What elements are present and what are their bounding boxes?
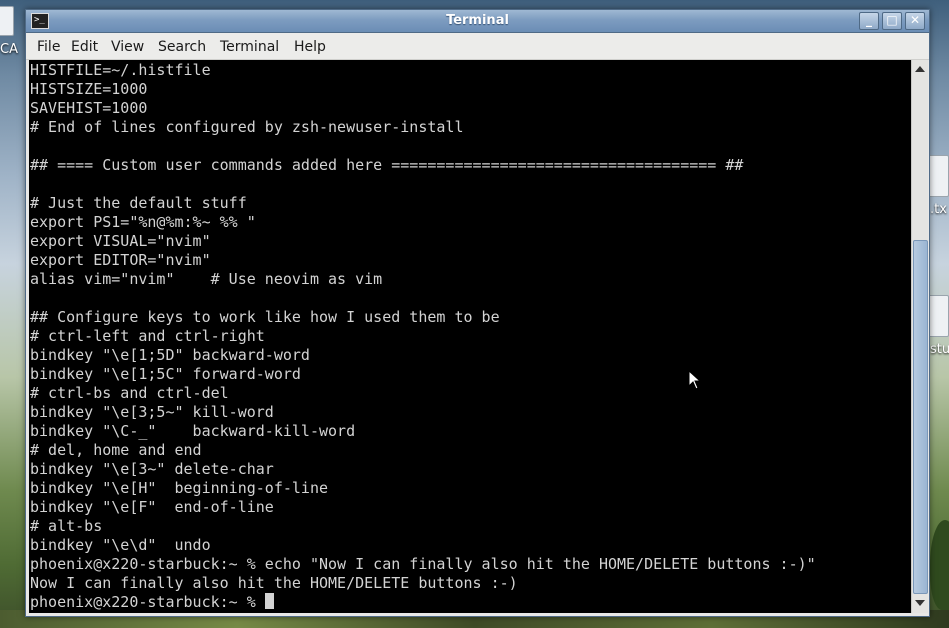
terminal-line: SAVEHIST=1000 — [30, 99, 148, 117]
terminal-output[interactable]: HISTFILE=~/.histfile HISTSIZE=1000 SAVEH… — [29, 60, 911, 613]
terminal-line: alias vim="nvim" # Use neovim as vim — [30, 270, 383, 288]
vertical-scrollbar[interactable] — [911, 60, 928, 613]
terminal-line: # alt-bs — [30, 517, 103, 535]
terminal-line: bindkey "\C-_" backward-kill-word — [30, 422, 356, 440]
menu-file[interactable]: File — [37, 39, 60, 55]
scroll-up-arrow-icon[interactable] — [915, 66, 925, 72]
menu-edit[interactable]: Edit — [71, 39, 98, 55]
terminal-line: HISTSIZE=1000 — [30, 80, 148, 98]
terminal-line: phoenix@x220-starbuck:~ % echo "Now I ca… — [30, 555, 816, 573]
terminal-line: export EDITOR="nvim" — [30, 251, 211, 269]
terminal-line: export PS1="%n@%m:%~ %% " — [30, 213, 256, 231]
scrollbar-thumb[interactable] — [913, 240, 928, 594]
menu-terminal[interactable]: Terminal — [220, 39, 279, 55]
terminal-line: bindkey "\e[1;5D" backward-word — [30, 346, 310, 364]
desktop-label-file: .tx — [930, 202, 947, 217]
minimize-button[interactable]: _ — [859, 12, 879, 30]
title-bar[interactable]: >_ Terminal _ □ ✕ — [26, 10, 929, 33]
shell-prompt: phoenix@x220-starbuck:~ % — [30, 593, 265, 611]
terminal-line: export VISUAL="nvim" — [30, 232, 211, 250]
mouse-pointer-icon — [688, 370, 702, 390]
desktop-label-left: CA — [0, 42, 18, 57]
terminal-line: ## ==== Custom user commands added here … — [30, 156, 744, 174]
desktop-label-file-2: stu — [930, 342, 949, 357]
menu-search[interactable]: Search — [158, 39, 206, 55]
terminal-line: # ctrl-bs and ctrl-del — [30, 384, 229, 402]
terminal-line: bindkey "\e[F" end-of-line — [30, 498, 274, 516]
menu-bar: File Edit View Search Terminal Help — [26, 33, 929, 60]
desktop-icon-left[interactable] — [0, 6, 14, 36]
terminal-line: bindkey "\e[3;5~" kill-word — [30, 403, 274, 421]
wallpaper-tree — [930, 520, 949, 610]
close-button[interactable]: ✕ — [905, 12, 925, 30]
scroll-down-arrow-icon[interactable] — [915, 600, 925, 606]
terminal-line: # ctrl-left and ctrl-right — [30, 327, 265, 345]
terminal-window: >_ Terminal _ □ ✕ File Edit View Search … — [25, 9, 930, 617]
terminal-line: bindkey "\e[H" beginning-of-line — [30, 479, 329, 497]
maximize-button[interactable]: □ — [882, 12, 902, 30]
window-title: Terminal — [446, 13, 509, 28]
terminal-line: bindkey "\e[3~" delete-char — [30, 460, 274, 478]
terminal-line: # End of lines configured by zsh-newuser… — [30, 118, 464, 136]
menu-help[interactable]: Help — [294, 39, 326, 55]
terminal-line: # Just the default stuff — [30, 194, 247, 212]
menu-view[interactable]: View — [111, 39, 144, 55]
terminal-line: bindkey "\e[1;5C" forward-word — [30, 365, 301, 383]
terminal-line: # del, home and end — [30, 441, 202, 459]
terminal-line: Now I can finally also hit the HOME/DELE… — [30, 574, 518, 592]
terminal-line: ## Configure keys to work like how I use… — [30, 308, 500, 326]
terminal-line: bindkey "\e\d" undo — [30, 536, 211, 554]
text-cursor — [264, 593, 274, 609]
terminal-line: HISTFILE=~/.histfile — [30, 61, 211, 79]
terminal-prompt-line[interactable]: phoenix@x220-starbuck:~ % — [30, 593, 274, 612]
